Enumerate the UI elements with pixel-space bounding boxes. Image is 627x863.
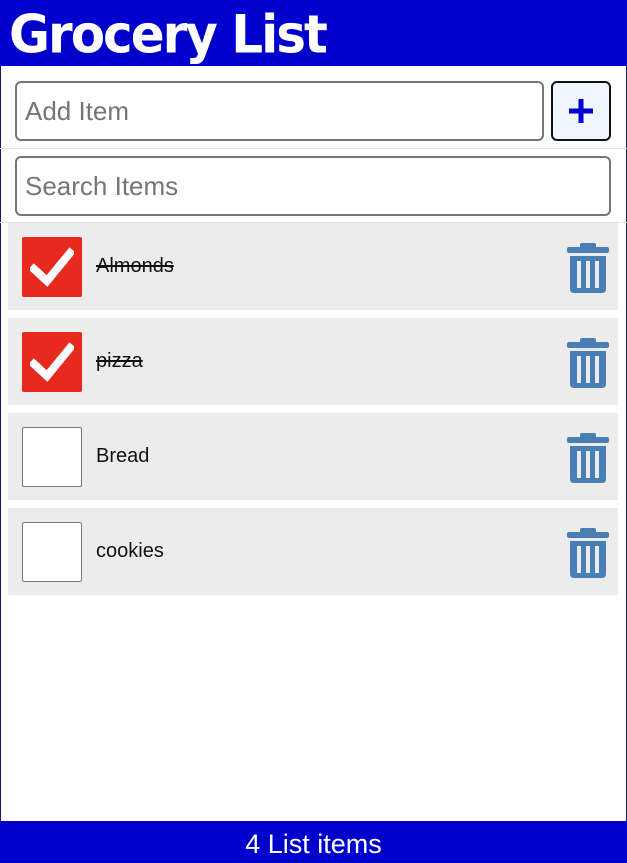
item-checkbox[interactable]	[22, 427, 82, 487]
checkmark-icon	[30, 247, 74, 287]
delete-button[interactable]	[566, 527, 610, 579]
trash-icon	[567, 243, 609, 293]
trash-icon	[567, 338, 609, 388]
item-count: 4 List items	[245, 828, 382, 859]
item-label: pizza	[96, 350, 143, 372]
search-input[interactable]	[15, 156, 611, 216]
add-item-button[interactable]	[551, 81, 611, 141]
checkmark-icon	[30, 342, 74, 382]
delete-button[interactable]	[566, 337, 610, 389]
trash-icon	[567, 433, 609, 483]
grocery-list: Almonds pizza	[8, 223, 618, 603]
app-footer: 4 List items	[0, 821, 627, 863]
trash-icon	[567, 528, 609, 578]
item-label: Almonds	[96, 255, 174, 277]
page-title: Grocery List	[9, 4, 328, 66]
add-item-input[interactable]	[15, 81, 544, 141]
list-item: Bread	[8, 413, 618, 500]
delete-button[interactable]	[566, 242, 610, 294]
app-header: Grocery List	[0, 0, 627, 66]
list-item: pizza	[8, 318, 618, 405]
item-label: cookies	[96, 540, 164, 562]
delete-button[interactable]	[566, 432, 610, 484]
add-item-row	[0, 66, 627, 149]
item-checkbox[interactable]	[22, 237, 82, 297]
item-label: Bread	[96, 445, 150, 467]
list-item: cookies	[8, 508, 618, 595]
list-item: Almonds	[8, 223, 618, 310]
search-row	[0, 149, 627, 223]
plus-icon	[569, 99, 593, 123]
item-checkbox[interactable]	[22, 332, 82, 392]
item-checkbox[interactable]	[22, 522, 82, 582]
